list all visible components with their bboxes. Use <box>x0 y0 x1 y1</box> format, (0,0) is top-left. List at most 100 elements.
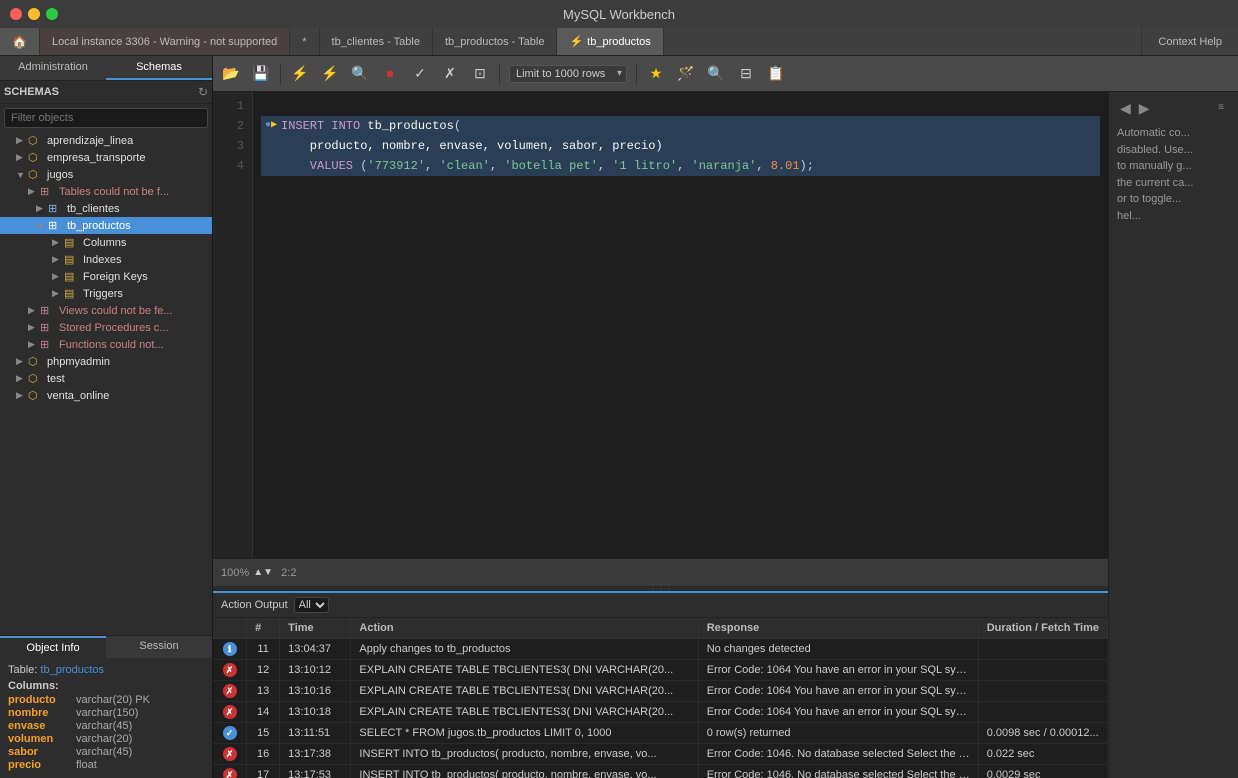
row-action-cell: EXPLAIN CREATE TABLE TBCLIENTES3( DNI VA… <box>351 702 698 723</box>
limit-select[interactable]: Limit to 1000 rows <box>509 65 627 83</box>
folder-indexes[interactable]: ▶ ▤ Indexes <box>0 251 212 268</box>
sql-values-paren: ( <box>353 156 367 176</box>
sql-close: ); <box>800 156 814 176</box>
search-btn[interactable]: 🔍 <box>702 61 730 87</box>
row-duration-cell <box>978 702 1107 723</box>
sql-values-kw: VALUES <box>281 156 353 176</box>
obj-tab-info[interactable]: Object Info <box>0 636 106 658</box>
refresh-icon[interactable]: ↻ <box>198 85 208 99</box>
expand-arrow: ▶ <box>52 271 64 282</box>
status-err-icon: ✗ <box>223 747 237 761</box>
magic-btn[interactable]: 🪄 <box>672 61 700 87</box>
schema-venta-online[interactable]: ▶ ⬡ venta_online <box>0 387 212 404</box>
error-label: Tables could not be f... <box>59 186 169 198</box>
schema-empresa[interactable]: ▶ ⬡ empresa_transporte <box>0 149 212 166</box>
open-file-btn[interactable]: 📂 <box>217 61 245 87</box>
sprocs-error: ▶ ⊞ Stored Procedures c... <box>0 319 212 336</box>
line-numbers: 1 2 3 4 <box>213 92 253 558</box>
folder-columns[interactable]: ▶ ▤ Columns <box>0 234 212 251</box>
table-row[interactable]: ✗ 14 13:10:18 EXPLAIN CREATE TABLE TBCLI… <box>213 702 1108 723</box>
sql-val-1: '773912' <box>367 156 425 176</box>
minimize-button[interactable] <box>28 8 40 20</box>
output-filter-select[interactable]: All <box>294 597 329 613</box>
sql-content[interactable]: ● ▶ INSERT INTO tb_productos ( <box>253 92 1108 558</box>
schema-label: venta_online <box>47 390 109 402</box>
table-label: tb_clientes <box>67 203 120 215</box>
nav-forward-btn[interactable]: ▶ <box>1136 100 1153 117</box>
functions-error: ▶ ⊞ Functions could not... <box>0 336 212 353</box>
star-btn[interactable]: ★ <box>642 61 670 87</box>
schema-icon: ⬡ <box>28 168 44 181</box>
toolbar-sep-3 <box>636 64 637 84</box>
table-row[interactable]: ✓ 15 13:11:51 SELECT * FROM jugos.tb_pro… <box>213 723 1108 744</box>
context-help-tab[interactable]: Context Help <box>1141 28 1238 55</box>
instance-tab[interactable]: Local instance 3306 - Warning - not supp… <box>40 28 290 55</box>
table-row[interactable]: ℹ 11 13:04:37 Apply changes to tb_produc… <box>213 639 1108 660</box>
table-icon: ⊞ <box>48 202 64 215</box>
row-time-cell: 13:04:37 <box>280 639 351 660</box>
expand-arrow: ▶ <box>36 203 48 214</box>
expand-arrow: ▶ <box>52 237 64 248</box>
nav-back-btn[interactable]: ◀ <box>1117 100 1134 117</box>
tab-clientes[interactable]: tb_clientes - Table <box>320 28 433 55</box>
save-file-btn[interactable]: 💾 <box>247 61 275 87</box>
settings-btn[interactable]: 📋 <box>762 61 790 87</box>
schema-test[interactable]: ▶ ⬡ test <box>0 370 212 387</box>
folder-triggers[interactable]: ▶ ▤ Triggers <box>0 285 212 302</box>
table-row[interactable]: ✗ 16 13:17:38 INSERT INTO tb_productos( … <box>213 744 1108 765</box>
expand-arrow: ▶ <box>52 254 64 265</box>
folder-foreign-keys[interactable]: ▶ ▤ Foreign Keys <box>0 268 212 285</box>
context-help-text: Automatic co...disabled. Use...to manual… <box>1117 125 1230 224</box>
context-help-panel: ◀ ▶ ≡ Automatic co...disabled. Use...to … <box>1108 92 1238 778</box>
execute-sel-btn[interactable]: ⚡ <box>316 61 344 87</box>
error-label: Functions could not... <box>59 339 164 351</box>
sql-cols: producto, nombre, envase, volumen, sabor… <box>281 136 663 156</box>
execute-btn[interactable]: ⚡ <box>286 61 314 87</box>
row-action-cell: Apply changes to tb_productos <box>351 639 698 660</box>
tables-error: ▶ ⊞ Tables could not be f... <box>0 183 212 200</box>
filter-input[interactable] <box>4 108 208 128</box>
home-tab[interactable]: 🏠 <box>0 28 40 55</box>
sidebar-tab-admin[interactable]: Administration <box>0 56 106 80</box>
line-num-4: 4 <box>213 156 252 176</box>
limit-wrapper: Limit to 1000 rows <box>509 65 627 83</box>
output-table-body: ℹ 11 13:04:37 Apply changes to tb_produc… <box>213 639 1108 778</box>
table-tb-productos[interactable]: ▼ ⊞ tb_productos <box>0 217 212 234</box>
sql-val-6: 8.01 <box>771 156 800 176</box>
table-tb-clientes[interactable]: ▶ ⊞ tb_clientes <box>0 200 212 217</box>
sidebar-tab-schemas[interactable]: Schemas <box>106 56 212 80</box>
instance-tab-label: Local instance 3306 - Warning - not supp… <box>52 36 277 48</box>
output-scroll[interactable]: # Time Action Response Duration / Fetch … <box>213 618 1108 778</box>
close-button[interactable] <box>10 8 22 20</box>
col-nombre: nombre varchar(150) <box>8 707 204 719</box>
table-row[interactable]: ✗ 13 13:10:16 EXPLAIN CREATE TABLE TBCLI… <box>213 681 1108 702</box>
explain-btn[interactable]: 🔍 <box>346 61 374 87</box>
obj-tab-session[interactable]: Session <box>106 636 212 658</box>
expand-arrow: ▶ <box>28 322 40 333</box>
tab-asterisk[interactable]: * <box>290 28 319 55</box>
row-action-cell: INSERT INTO tb_productos( producto, nomb… <box>351 744 698 765</box>
schema-aprendizaje[interactable]: ▶ ⬡ aprendizaje_linea <box>0 132 212 149</box>
schema-jugos[interactable]: ▼ ⬡ jugos <box>0 166 212 183</box>
toggle-btn[interactable]: ⊡ <box>466 61 494 87</box>
stop-btn[interactable]: ⏹ <box>376 61 404 87</box>
col-envase: envase varchar(45) <box>8 720 204 732</box>
format-btn[interactable]: ⊟ <box>732 61 760 87</box>
sidebar-tabs: Administration Schemas <box>0 56 212 81</box>
line-num-2: 2 <box>213 116 252 136</box>
table-row[interactable]: ✗ 12 13:10:12 EXPLAIN CREATE TABLE TBCLI… <box>213 660 1108 681</box>
row-response-cell: Error Code: 1064 You have an error in yo… <box>698 702 978 723</box>
commit-btn[interactable]: ✓ <box>406 61 434 87</box>
status-ok-icon: ✓ <box>223 726 237 740</box>
sql-editor[interactable]: 1 2 3 4 <box>213 92 1108 558</box>
tab-productos-table[interactable]: tb_productos - Table <box>433 28 557 55</box>
rollback-btn[interactable]: ✗ <box>436 61 464 87</box>
zoom-adjust-btn[interactable]: ▲▼ <box>253 563 273 583</box>
sidebar: Administration Schemas SCHEMAS ↻ ▶ ⬡ apr… <box>0 56 213 778</box>
table-row[interactable]: ✗ 17 13:17:53 INSERT INTO tb_productos( … <box>213 765 1108 778</box>
tab-productos-sql[interactable]: ⚡ tb_productos <box>557 28 663 55</box>
schema-phpmyadmin[interactable]: ▶ ⬡ phpmyadmin <box>0 353 212 370</box>
row-time-cell: 13:10:12 <box>280 660 351 681</box>
maximize-button[interactable] <box>46 8 58 20</box>
col-header-num: # <box>247 618 280 639</box>
